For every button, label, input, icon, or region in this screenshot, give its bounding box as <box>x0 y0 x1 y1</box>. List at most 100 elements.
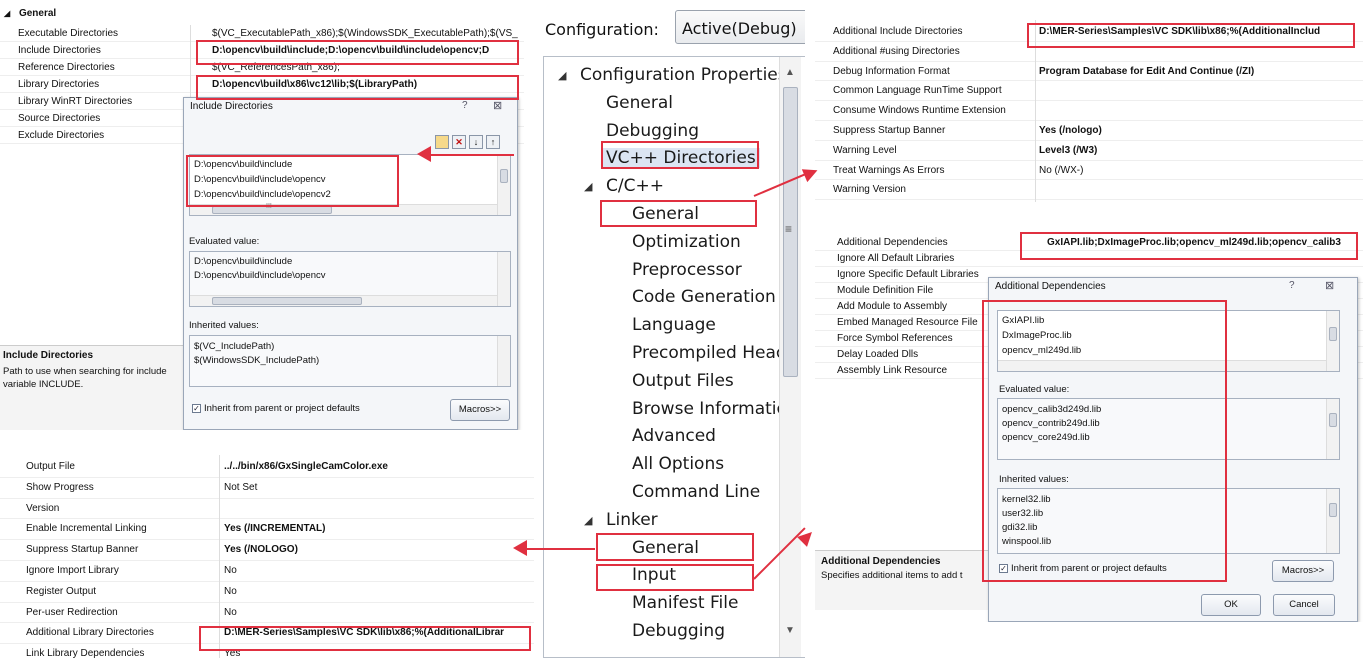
property-row[interactable]: Include Directories D:\opencv\build\inclu… <box>0 42 524 59</box>
tree-item[interactable]: All Options <box>632 454 724 474</box>
dependencies-list[interactable]: GxIAPI.lib DxImageProc.lib opencv_ml249d… <box>997 310 1340 372</box>
collapse-icon[interactable]: ◢ <box>4 9 10 18</box>
tree-item[interactable]: Configuration Properties <box>580 65 787 85</box>
new-line-icon[interactable] <box>435 135 449 149</box>
inherit-checkbox[interactable]: ✓ <box>192 404 201 413</box>
property-value[interactable]: D:\opencv\build\x86\vc12\lib;$(LibraryPa… <box>212 76 520 93</box>
property-row[interactable]: Reference Directories $(VC_ReferencesPath… <box>0 59 524 76</box>
vertical-scrollbar[interactable] <box>497 252 510 306</box>
move-up-icon[interactable]: ↑ <box>486 135 500 149</box>
cancel-button[interactable]: Cancel <box>1273 594 1335 616</box>
close-button[interactable]: ⊠ <box>1325 279 1334 292</box>
section-header[interactable]: ◢ General <box>4 8 56 19</box>
horizontal-scrollbar[interactable] <box>998 360 1326 371</box>
macros-button[interactable]: Macros>> <box>1272 560 1334 582</box>
property-row[interactable]: Additional Library Directories D:\MER-Ser… <box>0 623 534 645</box>
configuration-dropdown[interactable]: Active(Debug) <box>675 10 805 44</box>
property-value[interactable]: Level3 (/W3) <box>1039 141 1359 161</box>
property-row[interactable]: Ignore All Default Libraries <box>815 251 1363 267</box>
property-row[interactable]: Per-user Redirection No <box>0 603 534 624</box>
property-row[interactable]: Enable Incremental Linking Yes (/INCREMEN… <box>0 519 534 541</box>
help-button[interactable]: ? <box>462 100 468 111</box>
property-value[interactable]: Yes (/INCREMENTAL) <box>224 519 530 540</box>
list-item[interactable]: D:\opencv\build\include <box>194 159 292 170</box>
inherit-checkbox[interactable]: ✓ <box>999 564 1008 573</box>
scroll-down-icon[interactable]: ▼ <box>785 625 795 636</box>
property-row[interactable]: Suppress Startup Banner Yes (/NOLOGO) <box>0 540 534 561</box>
list-item[interactable]: DxImageProc.lib <box>1002 330 1072 341</box>
close-button[interactable]: ⊠ <box>493 99 502 112</box>
tree-item[interactable]: Debugging <box>632 621 725 641</box>
ok-button[interactable]: OK <box>1201 594 1261 616</box>
tree-item[interactable]: Optimization <box>632 232 741 252</box>
property-row[interactable]: Debug Information Format Program Database… <box>815 62 1363 82</box>
property-value[interactable]: Yes (/NOLOGO) <box>224 540 530 561</box>
property-value[interactable]: Program Database for Edit And Continue (… <box>1039 62 1359 82</box>
property-row[interactable]: Additional #using Directories <box>815 42 1363 62</box>
tree-item[interactable]: Output Files <box>632 371 734 391</box>
tree-item[interactable]: VC++ Directories <box>602 148 760 169</box>
directories-list[interactable]: D:\opencv\build\include D:\opencv\build\… <box>189 154 511 216</box>
scroll-up-icon[interactable]: ▲ <box>785 67 795 78</box>
property-row[interactable]: Library Directories D:\opencv\build\x86\v… <box>0 76 524 93</box>
tree-item[interactable]: Advanced <box>632 426 716 446</box>
vertical-scrollbar[interactable] <box>1326 399 1339 459</box>
property-value[interactable]: D:\opencv\build\include;D:\opencv\build\… <box>212 42 520 59</box>
property-value[interactable]: Not Set <box>224 478 530 499</box>
vertical-scrollbar[interactable] <box>1326 489 1339 553</box>
list-item[interactable]: opencv_ml249d.lib <box>1002 345 1081 356</box>
property-value[interactable]: ../../bin/x86/GxSingleCamColor.exe <box>224 457 530 478</box>
move-down-icon[interactable]: ↓ <box>469 135 483 149</box>
tree-item[interactable]: Linker <box>606 510 658 530</box>
tree-item[interactable]: Debugging <box>606 121 699 141</box>
property-value[interactable]: D:\MER-Series\Samples\VC SDK\lib\x86;%(A… <box>1039 22 1359 42</box>
property-row[interactable]: Ignore Import Library No <box>0 561 534 582</box>
list-item[interactable]: GxIAPI.lib <box>1002 315 1044 326</box>
property-row[interactable]: Consume Windows Runtime Extension <box>815 101 1363 121</box>
tree-item[interactable]: Browse Informatic <box>632 399 786 419</box>
property-value[interactable]: Yes (/nologo) <box>1039 121 1359 141</box>
expand-icon[interactable]: ◢ <box>584 180 592 193</box>
list-item[interactable]: D:\opencv\build\include\opencv2 <box>194 189 331 200</box>
property-row[interactable]: Warning Version <box>815 180 1363 201</box>
tree-item[interactable]: General <box>606 93 673 113</box>
tree-item[interactable]: Input <box>632 565 676 585</box>
property-value[interactable]: Yes <box>224 644 530 658</box>
property-value[interactable]: No <box>224 561 530 582</box>
property-value[interactable]: $(VC_ExecutablePath_x86);$(WindowsSDK_Ex… <box>212 25 520 42</box>
expand-icon[interactable]: ◢ <box>558 69 566 82</box>
property-row[interactable]: Show Progress Not Set <box>0 478 534 499</box>
property-row[interactable]: Treat Warnings As Errors No (/WX-) <box>815 161 1363 181</box>
tree-item[interactable]: General <box>632 538 699 558</box>
tree-item[interactable]: Command Line <box>632 482 760 502</box>
property-row[interactable]: Version <box>0 499 534 520</box>
vertical-scrollbar[interactable] <box>1326 311 1339 371</box>
property-row[interactable]: Common Language RunTime Support <box>815 81 1363 102</box>
tree-item[interactable]: Code Generation <box>632 287 776 307</box>
horizontal-scrollbar[interactable] <box>190 295 497 306</box>
property-value[interactable]: No <box>224 603 530 624</box>
tree-item[interactable]: Language <box>632 315 716 335</box>
property-row[interactable]: Additional Dependencies GxIAPI.lib;DxImag… <box>815 235 1363 251</box>
property-row[interactable]: Executable Directories $(VC_ExecutablePat… <box>0 25 524 42</box>
property-row[interactable]: Output File ../../bin/x86/GxSingleCamColo… <box>0 457 534 478</box>
tree-vertical-scrollbar[interactable]: ▲ ≡ ▼ <box>779 57 801 657</box>
tree-item[interactable]: Preprocessor <box>632 260 742 280</box>
property-row[interactable]: Suppress Startup Banner Yes (/nologo) <box>815 121 1363 141</box>
property-value[interactable]: No <box>224 582 530 603</box>
help-button[interactable]: ? <box>1289 280 1295 291</box>
property-row[interactable]: Register Output No <box>0 582 534 603</box>
tree-item[interactable]: General <box>632 204 699 224</box>
horizontal-scrollbar[interactable]: III <box>190 203 497 215</box>
expand-icon[interactable]: ◢ <box>584 514 592 527</box>
property-row[interactable]: Warning Level Level3 (/W3) <box>815 141 1363 161</box>
delete-icon[interactable]: ✕ <box>452 135 466 149</box>
property-row[interactable]: Additional Include Directories D:\MER-Ser… <box>815 22 1363 42</box>
macros-button[interactable]: Macros>> <box>450 399 510 421</box>
property-value[interactable]: GxIAPI.lib;DxImageProc.lib;opencv_ml249d… <box>1047 235 1359 251</box>
property-value[interactable]: No (/WX-) <box>1039 161 1359 181</box>
property-value[interactable]: $(VC_ReferencesPath_x86); <box>212 59 520 76</box>
tree-item[interactable]: Precompiled Heac <box>632 343 785 363</box>
vertical-scrollbar[interactable] <box>497 155 510 215</box>
tree-item[interactable]: C/C++ <box>606 176 664 196</box>
